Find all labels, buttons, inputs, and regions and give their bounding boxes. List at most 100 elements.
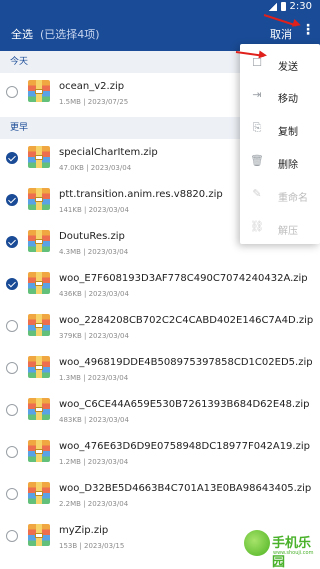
file-name: woo_E7F608193D3AF778C490C7074240432A.zip (59, 273, 308, 284)
unzip-icon: ⛓ (250, 220, 264, 233)
zip-file-icon (28, 146, 50, 168)
file-meta: 436KB | 2023/03/04 (59, 290, 129, 298)
annotation-arrowhead-menu (258, 50, 268, 60)
zip-file-icon (28, 80, 50, 102)
file-name: woo_C6CE44A659E530B7261393B684D62E48.zip (59, 399, 310, 410)
file-row[interactable]: woo_C6CE44A659E530B7261393B684D62E48.zip… (0, 391, 320, 433)
file-date: 2023/03/04 (88, 290, 129, 298)
file-name: ocean_v2.zip (59, 81, 125, 92)
more-options-icon[interactable]: ⋮ (301, 23, 315, 37)
watermark-subtext: www.shouji.com (273, 550, 314, 556)
select-all-button[interactable]: 全选 (11, 26, 33, 42)
status-time: 2:30 (289, 1, 312, 12)
file-size: 2.2MB (59, 500, 81, 508)
file-size: 4.3MB (59, 248, 81, 256)
watermark-circle-icon (244, 530, 270, 556)
file-date: 2023/03/04 (88, 332, 129, 340)
file-row[interactable]: woo_476E63D6D9E0758948DC18977F042A19.zip… (0, 433, 320, 475)
file-size: 1.3MB (59, 374, 81, 382)
file-meta: 2.2MB | 2023/03/04 (59, 500, 129, 508)
checkbox[interactable] (6, 236, 18, 248)
file-row[interactable]: woo_2284208CB702C2C4CABD402E146C7A4D.zip… (0, 307, 320, 349)
file-name: woo_496819DDE4B508975397858CD1C02ED5.zip (59, 357, 313, 368)
menu-item-label: 解压 (278, 226, 298, 237)
zip-file-icon (28, 314, 50, 336)
file-size: 436KB (59, 290, 82, 298)
file-date: 2023/03/04 (87, 500, 129, 508)
move-icon: ⇥ (252, 88, 262, 101)
file-meta: 47.0KB | 2023/03/04 (59, 164, 132, 172)
zip-file-icon (28, 524, 50, 546)
battery-icon (280, 2, 286, 11)
zip-file-icon (28, 398, 50, 420)
menu-item-unzip: ⛓ 解压 (240, 212, 320, 244)
file-name: woo_476E63D6D9E0758948DC18977F042A19.zip (59, 441, 310, 452)
zip-file-icon (28, 272, 50, 294)
file-row[interactable]: woo_496819DDE4B508975397858CD1C02ED5.zip… (0, 349, 320, 391)
checkbox[interactable] (6, 278, 18, 290)
zip-file-icon (28, 440, 50, 462)
file-date: 2023/03/04 (88, 416, 129, 424)
menu-item-label: 发送 (278, 62, 298, 73)
watermark-logo: 手机乐园 www.shouji.com (244, 526, 320, 569)
file-name: specialCharItem.zip (59, 147, 158, 158)
checkbox[interactable] (6, 530, 18, 542)
file-meta: 483KB | 2023/03/04 (59, 416, 129, 424)
file-size: 1.5MB (59, 98, 81, 106)
copy-icon: ⎘ (252, 121, 262, 134)
file-date: 2023/03/04 (87, 374, 129, 382)
menu-item-label: 删除 (278, 160, 298, 171)
file-meta: 1.2MB | 2023/03/04 (59, 458, 129, 466)
file-size: 483KB (59, 416, 82, 424)
menu-item-label: 复制 (278, 127, 298, 138)
zip-file-icon (28, 188, 50, 210)
zip-file-icon (28, 482, 50, 504)
menu-item-delete[interactable]: 🗑 删除 (240, 146, 320, 178)
status-bar: 2:30 (0, 0, 320, 15)
file-size: 47.0KB (59, 164, 84, 172)
file-name: woo_D32BE5D4663B4C701A13E0BA98643405.zip (59, 483, 312, 494)
checkbox[interactable] (6, 446, 18, 458)
signal-icon (268, 2, 277, 11)
file-size: 153B (59, 542, 78, 550)
file-date: 2023/03/04 (87, 458, 129, 466)
checkbox[interactable] (6, 152, 18, 164)
file-name: woo_2284208CB702C2C4CABD402E146C7A4D.zip (59, 315, 314, 326)
file-size: 141KB (59, 206, 82, 214)
checkbox[interactable] (6, 194, 18, 206)
checkbox[interactable] (6, 86, 18, 98)
cancel-button[interactable]: 取消 (270, 26, 292, 42)
file-name: myZip.zip (59, 525, 109, 536)
file-date: 2023/03/04 (90, 164, 132, 172)
file-row[interactable]: woo_D32BE5D4663B4C701A13E0BA98643405.zip… (0, 475, 320, 517)
file-name: ptt.transition.anim.res.v8820.zip (59, 189, 223, 200)
file-size: 1.2MB (59, 458, 81, 466)
file-meta: 4.3MB | 2023/03/04 (59, 248, 129, 256)
file-date: 2023/03/04 (88, 206, 129, 214)
menu-item-rename: ✎ 重命名 (240, 179, 320, 211)
file-date: 2023/03/04 (87, 248, 129, 256)
checkbox[interactable] (6, 488, 18, 500)
menu-item-copy[interactable]: ⎘ 复制 (240, 113, 320, 145)
file-name: DoutuRes.zip (59, 231, 125, 242)
file-meta: 1.3MB | 2023/03/04 (59, 374, 129, 382)
file-meta: 153B | 2023/03/15 (59, 542, 125, 550)
menu-item-label: 重命名 (278, 193, 308, 204)
file-meta: 141KB | 2023/03/04 (59, 206, 129, 214)
menu-item-label: 移动 (278, 94, 298, 105)
zip-file-icon (28, 230, 50, 252)
file-meta: 1.5MB | 2023/07/25 (59, 98, 129, 106)
delete-icon: 🗑 (250, 154, 264, 167)
file-date: 2023/07/25 (87, 98, 129, 106)
zip-file-icon (28, 356, 50, 378)
checkbox[interactable] (6, 320, 18, 332)
context-menu: ☐ 发送 ⇥ 移动 ⎘ 复制 🗑 删除 ✎ 重命名 ⛓ 解压 (240, 44, 320, 244)
file-meta: 379KB | 2023/03/04 (59, 332, 129, 340)
menu-item-move[interactable]: ⇥ 移动 (240, 80, 320, 112)
file-row[interactable]: woo_E7F608193D3AF778C490C7074240432A.zip… (0, 265, 320, 307)
checkbox[interactable] (6, 404, 18, 416)
file-size: 379KB (59, 332, 82, 340)
rename-icon: ✎ (252, 187, 262, 200)
checkbox[interactable] (6, 362, 18, 374)
file-date: 2023/03/15 (83, 542, 125, 550)
